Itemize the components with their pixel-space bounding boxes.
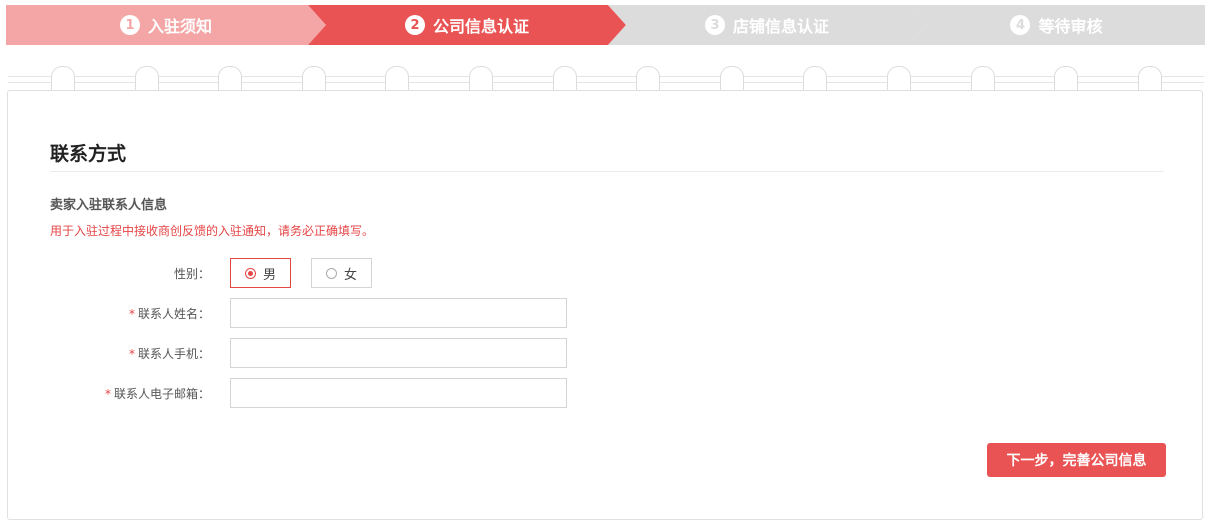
email-label: * 联系人电子邮箱： — [104, 386, 210, 401]
ring-decoration — [887, 66, 911, 91]
step-label: 店铺信息认证 — [732, 17, 829, 36]
ring-decoration — [301, 66, 326, 91]
ring-line — [8, 82, 1204, 83]
step-number: 3 — [705, 15, 725, 35]
ring-decoration — [469, 66, 493, 91]
required-mark: * — [104, 386, 111, 401]
next-step-button[interactable]: 下一步，完善公司信息 — [987, 443, 1166, 477]
ring-decoration — [134, 66, 159, 91]
phone-row: * 联系人手机： — [8, 338, 567, 368]
name-row: * 联系人姓名： — [8, 298, 567, 328]
radio-icon — [245, 267, 256, 279]
step-label: 公司信息认证 — [432, 17, 529, 36]
step-3: 3 店铺信息认证 — [608, 5, 926, 45]
ring-line — [8, 76, 1204, 77]
email-row: * 联系人电子邮箱： — [8, 378, 567, 408]
radio-icon — [326, 267, 338, 279]
form-panel: 联系方式 卖家入驻联系人信息 用于入驻过程中接收商创反馈的入驻通知，请务必正确填… — [7, 90, 1203, 520]
gender-label: 性别： — [173, 266, 210, 281]
step-number: 4 — [1010, 15, 1031, 35]
ring-decoration — [1137, 66, 1162, 91]
contact-email-input[interactable] — [230, 378, 567, 408]
required-mark: * — [128, 346, 135, 361]
section-divider — [50, 171, 1164, 172]
contact-name-input[interactable] — [230, 298, 567, 328]
step-1: 1 入驻须知 — [6, 5, 326, 45]
step-number: 1 — [120, 15, 140, 35]
step-4: 4 等待审核 — [908, 5, 1205, 45]
ring-decoration — [636, 66, 661, 91]
required-mark: * — [128, 306, 135, 321]
notice-text: 用于入驻过程中接收商创反馈的入驻通知，请务必正确填写。 — [50, 224, 375, 238]
step-label: 入驻须知 — [147, 17, 212, 36]
phone-label: * 联系人手机： — [128, 346, 210, 361]
ring-decoration — [970, 66, 995, 91]
section-title: 联系方式 — [50, 143, 127, 165]
ring-decoration — [1054, 66, 1079, 91]
contact-phone-input[interactable] — [230, 338, 567, 368]
gender-row: 性别： 男 女 — [8, 258, 392, 288]
ring-decoration — [51, 66, 75, 91]
ring-decoration — [552, 66, 577, 91]
section-subtitle: 卖家入驻联系人信息 — [50, 198, 168, 213]
progress-steps: 1 入驻须知 2 公司信息认证 3 店铺信息认证 4 等待审核 — [6, 5, 1205, 45]
gender-option-female[interactable]: 女 — [311, 258, 373, 288]
gender-option-male[interactable]: 男 — [230, 258, 292, 288]
step-label: 等待审核 — [1038, 17, 1103, 36]
ring-decoration — [218, 66, 243, 91]
ring-decoration — [385, 66, 410, 91]
step-number: 2 — [405, 15, 425, 35]
ring-decoration — [803, 66, 828, 91]
name-label: * 联系人姓名： — [128, 306, 210, 321]
step-2: 2 公司信息认证 — [308, 5, 626, 45]
ring-decoration — [719, 66, 744, 91]
